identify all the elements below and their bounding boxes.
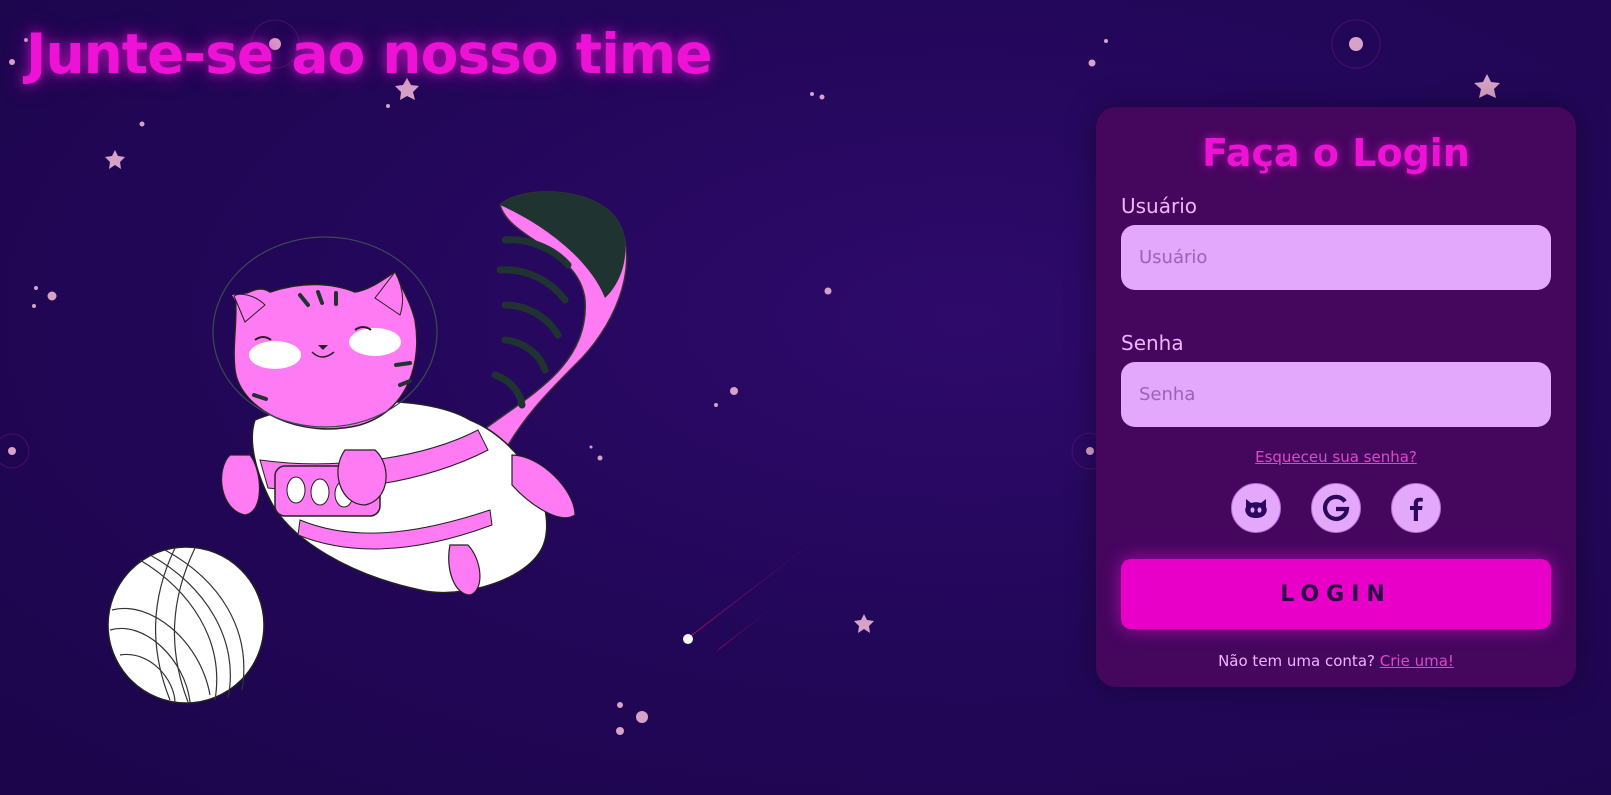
- google-login-button[interactable]: [1311, 483, 1361, 533]
- social-login-row: [1121, 483, 1551, 533]
- login-title: Faça o Login: [1202, 131, 1470, 175]
- signup-link[interactable]: Crie uma!: [1380, 652, 1454, 670]
- facebook-icon: [1410, 497, 1423, 521]
- username-label: Usuário: [1121, 194, 1198, 218]
- signup-prompt-text: Não tem uma conta?: [1218, 652, 1375, 670]
- facebook-login-button[interactable]: [1391, 483, 1441, 533]
- shooting-star: [683, 520, 842, 652]
- cat-tail: [468, 191, 628, 462]
- astronaut-body: [221, 400, 576, 596]
- login-card: Faça o Login Usuário Senha Esqueceu sua …: [1096, 107, 1576, 687]
- yarn-ball: [107, 546, 265, 704]
- cat-head: [212, 236, 438, 430]
- forgot-password-link[interactable]: Esqueceu sua senha?: [1121, 447, 1551, 467]
- signup-prompt-line: Não tem uma conta? Crie uma!: [1121, 651, 1551, 671]
- google-icon: [1323, 494, 1350, 521]
- login-button[interactable]: LOGIN: [1121, 559, 1551, 629]
- github-login-button[interactable]: [1231, 483, 1281, 533]
- page-headline: Junte-se ao nosso time: [26, 22, 713, 86]
- username-input[interactable]: [1121, 225, 1551, 290]
- github-icon: [1245, 499, 1267, 518]
- password-input[interactable]: [1121, 362, 1551, 427]
- password-label: Senha: [1121, 331, 1184, 355]
